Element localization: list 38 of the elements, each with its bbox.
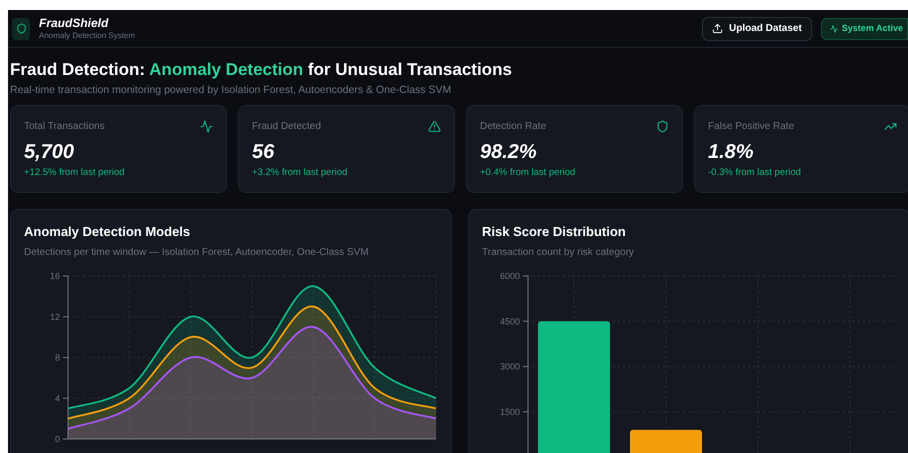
axis-tick-label: 4 [54,393,60,404]
axis-tick-label: 4500 [500,316,520,326]
app-subtitle: Anomaly Detection System [39,30,136,42]
alert-icon [428,120,441,133]
page-title: Fraud Detection: Anomaly Detection for Unusual Transactions [10,59,513,81]
app-name: FraudShield [39,16,110,30]
upload-icon [712,23,723,34]
shield-icon [656,120,669,133]
axis-tick-label: 16 [50,271,60,281]
bar [630,430,702,453]
metric-change: +0.4% from last period [480,166,576,180]
metric-change: -0.3% from last period [708,166,802,180]
metric-label: Detection Rate [480,120,546,134]
axis-tick-label: 1500 [500,406,520,417]
axis-tick-label: 12 [50,312,60,322]
chart-title: Anomaly Detection Models [24,223,192,241]
metric-label: Total Transactions [24,120,105,134]
chart-subtitle: Transaction count by risk category [482,246,635,260]
metric-change: +3.2% from last period [252,166,348,180]
axis-tick-label: 0 [54,434,60,444]
metric-change: +12.5% from last period [24,166,126,180]
metric-label: Fraud Detected [252,120,321,134]
logo-icon [12,18,30,40]
metric-value: 56 [252,140,276,164]
activity-icon [200,120,213,133]
metric-value: 5,700 [24,140,76,164]
chart-subtitle: Detections per time window — Isolation Forest, Autoencoder, One-Class SVM [24,246,370,260]
axis-tick-label: 8 [54,352,60,362]
metric-value: 98.2% [480,140,538,164]
upload-button[interactable]: Upload Dataset [702,16,812,40]
axis-tick-label: 6000 [500,271,520,281]
status-badge: System Active [820,18,908,40]
metric-value: 1.8% [708,140,755,164]
pulse-icon [830,24,838,32]
metric-label: False Positive Rate [708,120,794,134]
axis-tick-label: 3000 [500,362,520,372]
page-subtitle: Real-time transaction monitoring powered by Isolation Forest, Autoencoders & One-Class SVM [10,83,452,98]
chart-title: Risk Score Distribution [482,223,627,241]
